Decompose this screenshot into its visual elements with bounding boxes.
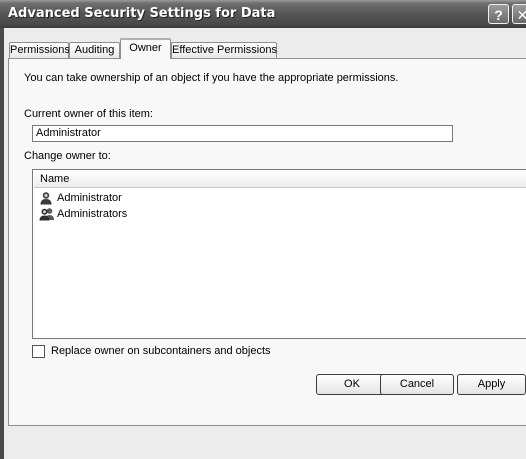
user-icon xyxy=(40,192,52,205)
tab-effective-permissions[interactable]: Effective Permissions xyxy=(171,42,277,58)
change-owner-label: Change owner to: xyxy=(24,150,111,162)
close-button[interactable]: ✕ xyxy=(512,4,526,24)
group-icon xyxy=(39,208,54,221)
security-settings-dialog: Advanced Security Settings for Data ? ✕ … xyxy=(0,0,526,459)
help-button[interactable]: ? xyxy=(488,4,509,24)
replace-owner-checkbox[interactable] xyxy=(32,345,45,358)
list-header-label: Name xyxy=(40,173,70,185)
owner-list[interactable]: Name Administrator Administrators xyxy=(32,169,526,339)
tab-permissions[interactable]: Permissions xyxy=(9,42,70,58)
apply-button[interactable]: Apply xyxy=(457,374,526,395)
list-header-name[interactable]: Name xyxy=(34,171,526,188)
list-item-label: Administrator xyxy=(57,192,122,204)
window-title: Advanced Security Settings for Data xyxy=(8,6,276,21)
current-owner-field[interactable]: Administrator xyxy=(32,125,453,142)
list-item-label: Administrators xyxy=(57,208,128,220)
tab-auditing[interactable]: Auditing xyxy=(69,42,120,58)
owner-tab-panel: You can take ownership of an object if y… xyxy=(8,58,526,426)
current-owner-label: Current owner of this item: xyxy=(24,108,153,120)
title-bar[interactable]: Advanced Security Settings for Data ? ✕ xyxy=(0,0,526,28)
replace-owner-label[interactable]: Replace owner on subcontainers and objec… xyxy=(51,345,271,357)
window-frame xyxy=(0,28,4,459)
ownership-intro-text: You can take ownership of an object if y… xyxy=(24,72,399,84)
cancel-button[interactable]: Cancel xyxy=(380,374,454,395)
ok-button[interactable]: OK xyxy=(316,374,388,395)
tab-owner[interactable]: Owner xyxy=(120,38,171,59)
